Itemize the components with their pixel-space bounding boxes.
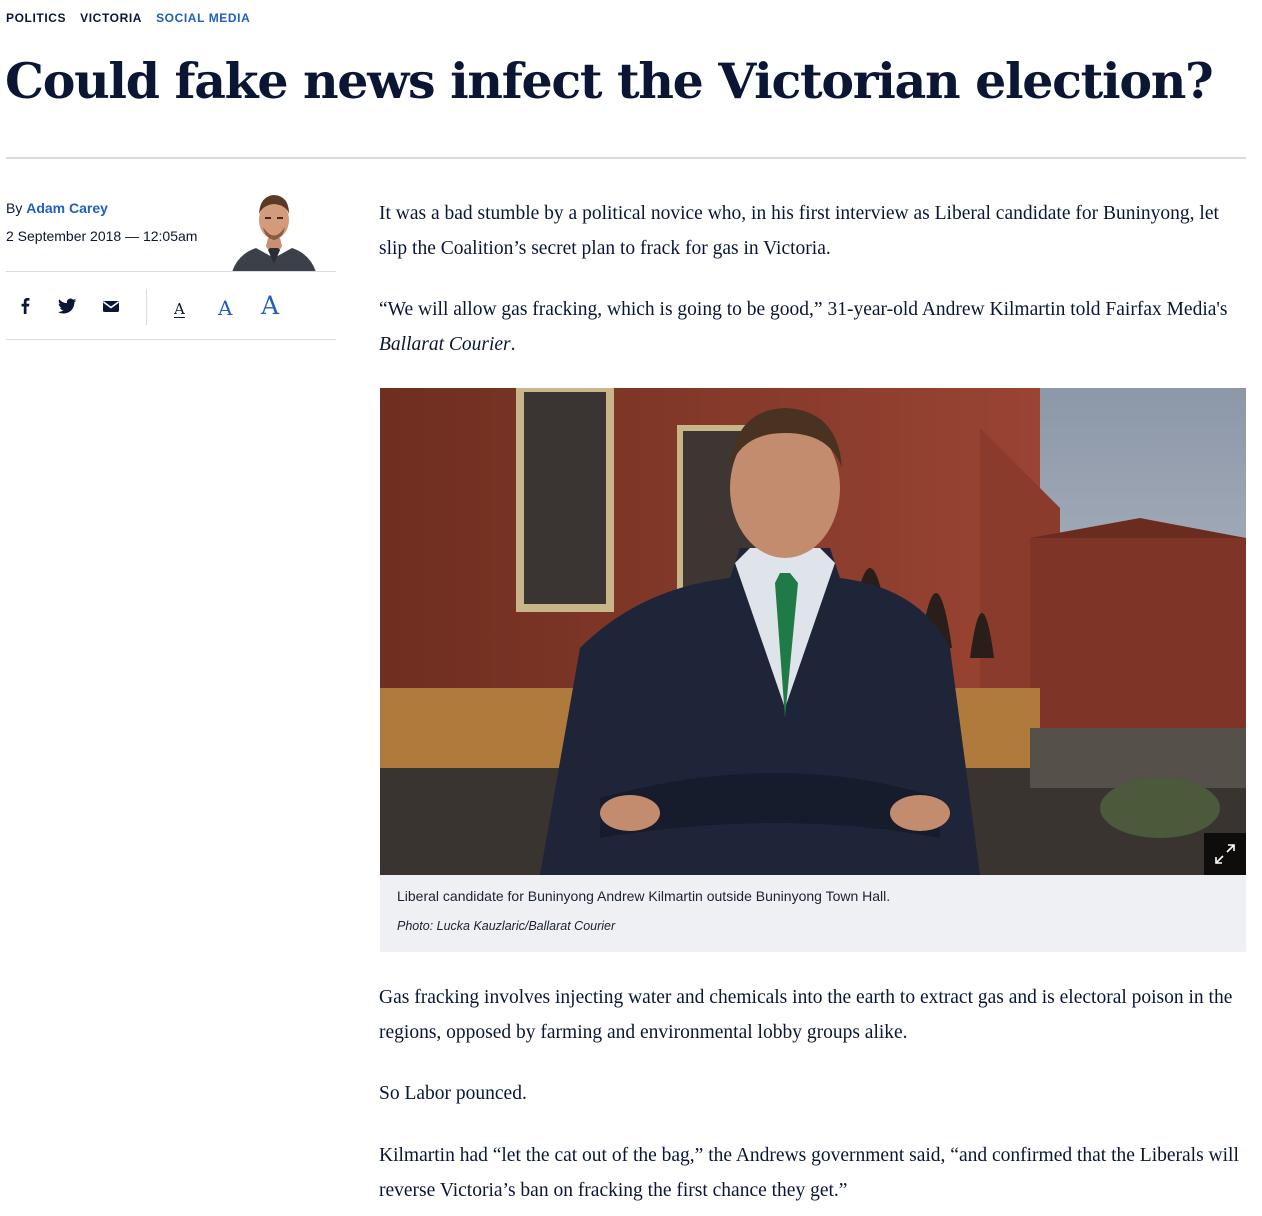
article-paragraph: Gas fracking involves injecting water an… xyxy=(379,987,1233,1043)
publication-name: Ballarat Courier xyxy=(379,334,511,355)
publish-date: 2 September 2018 — 12:05am xyxy=(6,228,198,244)
article-photo[interactable] xyxy=(380,388,1246,875)
article-paragraph: It was a bad stumble by a political novi… xyxy=(379,203,1219,259)
photo-caption: Liberal candidate for Buninyong Andrew K… xyxy=(380,875,1246,952)
breadcrumb-victoria[interactable]: VICTORIA xyxy=(80,11,142,25)
facebook-icon[interactable] xyxy=(14,295,36,317)
expand-icon[interactable] xyxy=(1204,833,1246,875)
article-paragraph: “We will allow gas fracking, which is go… xyxy=(379,292,1249,362)
breadcrumb: POLITICS VICTORIA SOCIAL MEDIA xyxy=(6,11,250,25)
font-size-large-button[interactable]: A xyxy=(261,291,279,320)
article-paragraph: Kilmartin had “let the cat out of the ba… xyxy=(379,1145,1239,1201)
paragraph-text: “We will allow gas fracking, which is go… xyxy=(379,299,1228,320)
paragraph-end: . xyxy=(510,334,516,355)
byline-prefix: By xyxy=(6,200,23,216)
page-title: Could fake news infect the Victorian ele… xyxy=(5,52,1214,110)
divider xyxy=(6,271,336,272)
breadcrumb-politics[interactable]: POLITICS xyxy=(6,11,66,25)
photo-credit: Photo: Lucka Kauzlaric/Ballarat Courier xyxy=(397,919,616,933)
author-link[interactable]: Adam Carey xyxy=(26,200,108,216)
share-toolbar: A A A xyxy=(6,287,336,327)
divider xyxy=(6,339,336,340)
divider xyxy=(6,157,1246,159)
font-size-small-button[interactable]: A xyxy=(174,301,185,318)
font-size-medium-button[interactable]: A xyxy=(218,296,232,320)
caption-text: Liberal candidate for Buninyong Andrew K… xyxy=(397,888,891,904)
article-paragraph: So Labor pounced. xyxy=(379,1083,527,1104)
byline: By Adam Carey xyxy=(6,200,108,216)
toolbar-separator xyxy=(146,289,147,325)
breadcrumb-social-media[interactable]: SOCIAL MEDIA xyxy=(156,11,250,25)
author-avatar[interactable] xyxy=(230,184,318,272)
email-icon[interactable] xyxy=(100,295,122,317)
twitter-icon[interactable] xyxy=(56,295,78,317)
